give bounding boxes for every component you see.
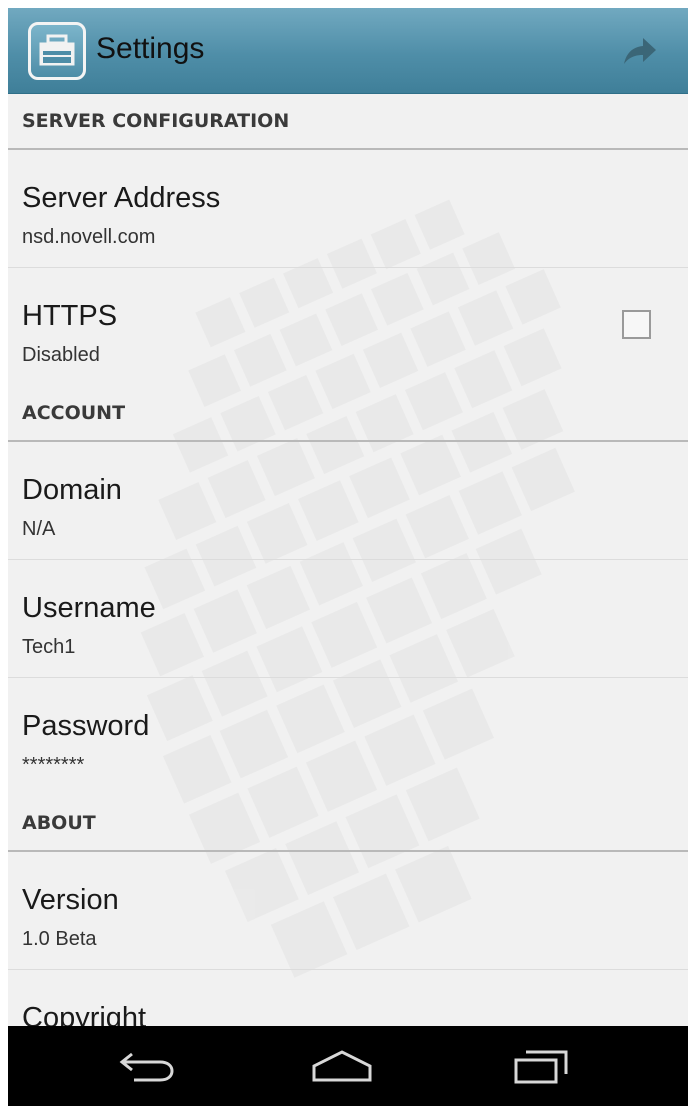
setting-label: Password bbox=[22, 710, 150, 742]
back-button[interactable] bbox=[106, 1040, 186, 1092]
setting-value: 1.0 Beta bbox=[22, 928, 97, 950]
setting-label: Username bbox=[22, 592, 156, 624]
setting-label: Domain bbox=[22, 474, 122, 506]
setting-version[interactable]: Version 1.0 Beta bbox=[8, 852, 688, 970]
setting-value: nsd.novell.com bbox=[22, 226, 156, 248]
setting-value: N/A bbox=[22, 518, 56, 540]
setting-value: Disabled bbox=[22, 344, 100, 366]
setting-https[interactable]: HTTPS Disabled bbox=[8, 268, 688, 386]
recent-apps-button[interactable] bbox=[500, 1040, 580, 1092]
setting-value: ******** bbox=[22, 754, 85, 776]
home-icon bbox=[312, 1050, 372, 1082]
app-toolbox-icon[interactable] bbox=[28, 22, 86, 80]
navigation-bar bbox=[8, 1026, 688, 1106]
forward-button[interactable] bbox=[612, 26, 668, 76]
home-button[interactable] bbox=[302, 1040, 382, 1092]
section-header-account: ACCOUNT bbox=[8, 386, 688, 442]
setting-domain[interactable]: Domain N/A bbox=[8, 442, 688, 560]
setting-label: Version bbox=[22, 884, 119, 916]
settings-screen: Settings SERVER CONFIGURATION Server Add… bbox=[8, 8, 688, 1106]
action-bar: Settings bbox=[8, 8, 688, 94]
setting-label: Server Address bbox=[22, 182, 221, 214]
setting-label: HTTPS bbox=[22, 300, 118, 332]
section-header-server-configuration: SERVER CONFIGURATION bbox=[8, 94, 688, 150]
setting-password[interactable]: Password ******** bbox=[8, 678, 688, 796]
recent-apps-icon bbox=[514, 1050, 568, 1084]
setting-value: Tech1 bbox=[22, 636, 76, 658]
setting-username[interactable]: Username Tech1 bbox=[8, 560, 688, 678]
forward-arrow-icon bbox=[624, 38, 656, 64]
back-icon bbox=[119, 1052, 174, 1082]
section-header-about: ABOUT bbox=[8, 796, 688, 852]
setting-server-address[interactable]: Server Address nsd.novell.com bbox=[8, 150, 688, 268]
page-title: Settings bbox=[96, 32, 205, 65]
settings-list: SERVER CONFIGURATION Server Address nsd.… bbox=[8, 94, 688, 1088]
